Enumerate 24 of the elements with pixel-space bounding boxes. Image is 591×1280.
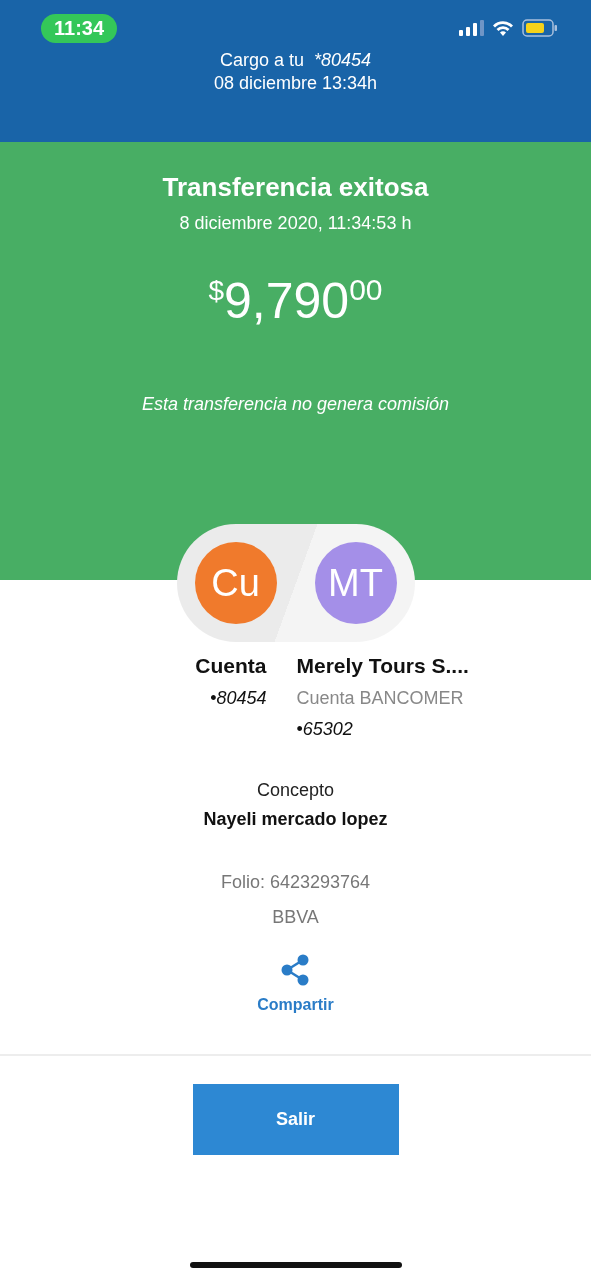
charge-date: 08 diciembre 13:34h (213, 72, 378, 95)
avatar: Cu (194, 542, 277, 624)
charge-account-text: Cargo a tu *80454 (219, 49, 372, 72)
exit-button[interactable]: Salir (192, 1084, 399, 1155)
party-account: •65302 (296, 719, 354, 740)
wifi-icon (492, 20, 514, 36)
avatar: MT (314, 542, 397, 624)
transfer-amount: $^{$}$9,790$^{00}$ (208, 272, 383, 330)
status-time: 11:34 (41, 13, 118, 43)
share-link[interactable]: Compartir (257, 996, 334, 1014)
commission-note: Esta transferencia no genera comisión (141, 394, 450, 415)
party-account: •80454 (209, 688, 267, 709)
share-icon[interactable] (280, 954, 311, 986)
party-name: Merely Tours S.... (296, 654, 470, 678)
folio-text: Folio: 6423293764 (220, 872, 371, 893)
battery-icon (522, 19, 558, 37)
success-title: Transferencia exitosa (162, 172, 429, 203)
bank-name: BBVA (272, 907, 319, 928)
concept-value: Nayeli mercado lopez (203, 809, 388, 830)
party-name: Cuenta (194, 654, 267, 678)
party-bank: Cuenta BANCOMER (296, 688, 465, 709)
transfer-datetime: 8 diciembre 2020, 11:34:53 h (179, 213, 412, 234)
signal-icon (459, 20, 484, 36)
concept-label: Concepto (256, 780, 335, 801)
